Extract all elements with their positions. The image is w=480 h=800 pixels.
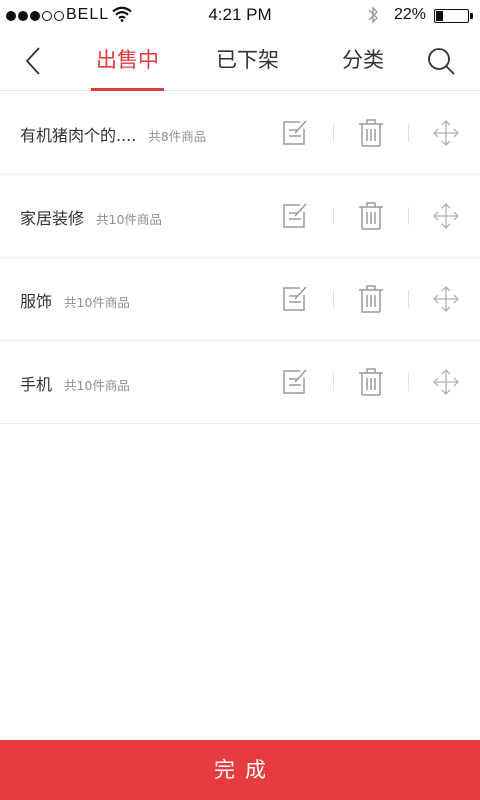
divider (333, 124, 334, 142)
trash-icon (359, 368, 383, 396)
nav-bar: 出售中 已下架 分类 (0, 30, 480, 91)
move-icon (433, 369, 459, 395)
move-button[interactable] (429, 114, 463, 152)
divider (408, 124, 409, 142)
search-icon (428, 48, 455, 75)
list-item: 服饰 共10件商品 (0, 258, 480, 341)
done-button[interactable]: 完成 (0, 740, 480, 800)
category-count: 共10件商品 (64, 295, 130, 310)
search-button[interactable] (424, 44, 458, 78)
battery-icon (434, 9, 469, 23)
category-count: 共8件商品 (148, 129, 207, 144)
edit-button[interactable] (278, 114, 312, 152)
status-bar: BELL 4:21 PM 22% (0, 0, 480, 30)
divider (408, 290, 409, 308)
tab-off-shelf[interactable]: 已下架 (210, 44, 285, 90)
category-count: 共10件商品 (96, 212, 162, 227)
move-button[interactable] (429, 363, 463, 401)
divider (333, 290, 334, 308)
divider (333, 373, 334, 391)
list-item: 手机 共10件商品 (0, 341, 480, 424)
edit-icon (283, 369, 307, 394)
divider (333, 207, 334, 225)
trash-icon (359, 202, 383, 230)
edit-button[interactable] (278, 280, 312, 318)
delete-button[interactable] (354, 363, 388, 401)
chevron-left-icon (25, 47, 40, 75)
trash-icon (359, 285, 383, 313)
tab-category[interactable]: 分类 (338, 44, 388, 90)
category-list: 有机猪肉个的.... 共8件商品 家居装修 共10件商品 服饰 共10件商品 手… (0, 92, 480, 424)
delete-button[interactable] (354, 114, 388, 152)
list-item: 有机猪肉个的.... 共8件商品 (0, 92, 480, 175)
category-name: 有机猪肉个的.... (20, 126, 137, 145)
category-name: 家居装修 (20, 209, 85, 228)
edit-button[interactable] (278, 363, 312, 401)
trash-icon (359, 119, 383, 147)
battery-percent: 22% (394, 6, 427, 23)
move-icon (433, 203, 459, 229)
delete-button[interactable] (354, 280, 388, 318)
move-button[interactable] (429, 197, 463, 235)
battery-cap (470, 13, 473, 19)
edit-icon (283, 286, 307, 311)
divider (408, 207, 409, 225)
edit-icon (283, 120, 307, 145)
back-button[interactable] (18, 44, 50, 78)
delete-button[interactable] (354, 197, 388, 235)
divider (408, 373, 409, 391)
move-icon (433, 286, 459, 312)
list-item: 家居装修 共10件商品 (0, 175, 480, 258)
edit-icon (283, 203, 307, 228)
category-name: 手机 (20, 375, 53, 394)
active-tab-indicator (91, 88, 164, 91)
edit-button[interactable] (278, 197, 312, 235)
move-button[interactable] (429, 280, 463, 318)
category-name: 服饰 (20, 292, 53, 311)
move-icon (433, 120, 459, 146)
category-count: 共10件商品 (64, 378, 130, 393)
tab-on-sale[interactable]: 出售中 (91, 44, 164, 90)
bluetooth-icon (366, 5, 380, 29)
